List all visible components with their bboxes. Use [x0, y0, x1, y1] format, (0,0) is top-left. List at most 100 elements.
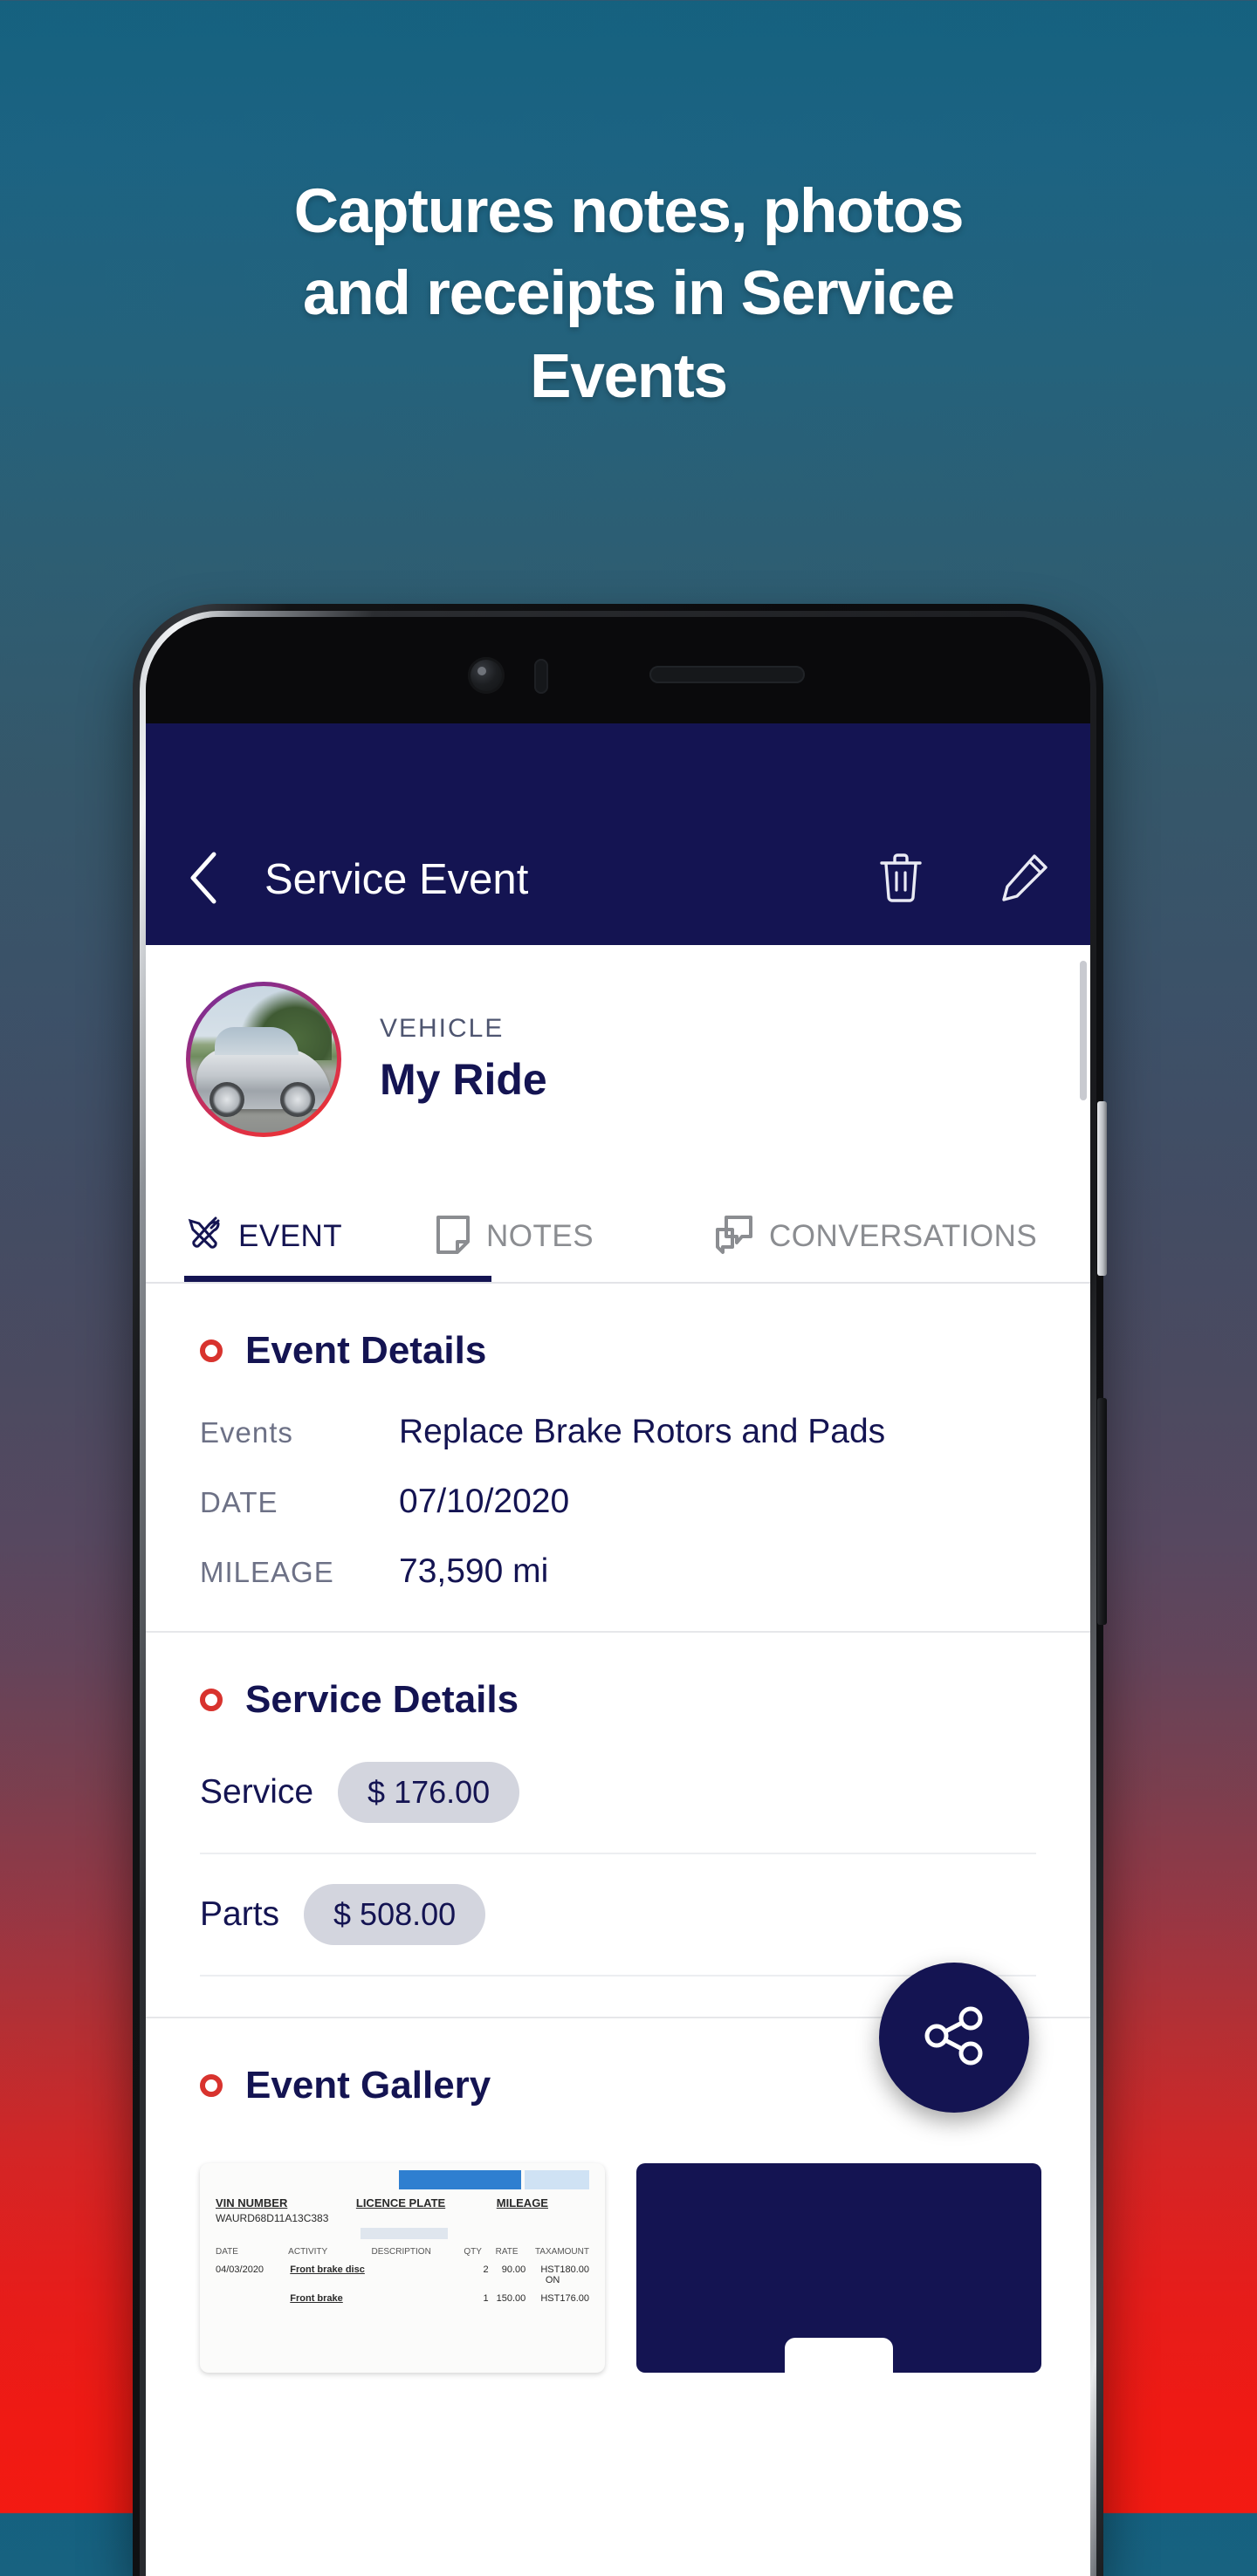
phone-mockup: Service Event VEHICLE My Ride EVENT NOTE…: [133, 604, 1107, 2576]
volume-button[interactable]: [1097, 1101, 1107, 1276]
event-details-title: Event Details: [245, 1329, 487, 1372]
proximity-sensor-icon: [534, 659, 548, 694]
vehicle-meta: VEHICLE My Ride: [380, 1014, 547, 1105]
trash-icon[interactable]: [877, 852, 924, 908]
scrollbar[interactable]: [1080, 961, 1087, 1100]
avatar-wheel-front: [210, 1082, 245, 1118]
event-row-date-value: 07/10/2020: [399, 1483, 570, 1520]
receipt-line-2-date: [216, 2293, 290, 2304]
tab-notes-label: NOTES: [486, 1219, 594, 1253]
receipt-header-plate: LICENCE PLATE: [355, 2196, 446, 2209]
event-row-mileage: MILEAGE 73,590 mi: [200, 1552, 1036, 1591]
parts-cost-label: Parts: [200, 1895, 280, 1933]
tab-notes[interactable]: NOTES: [434, 1195, 713, 1282]
receipt-line-1: 04/03/2020 Front brake disc 2 90.00 HST …: [216, 2264, 589, 2285]
event-details-section: Event Details Events Replace Brake Rotor…: [146, 1284, 1090, 1631]
service-cost-row: Service $ 176.00: [200, 1762, 1036, 1823]
phone-top-bezel: [146, 617, 1090, 723]
receipt-header-row: VIN NUMBER LICENCE PLATE MILEAGE: [216, 2196, 589, 2209]
receipt-line-1-date: 04/03/2020: [216, 2264, 264, 2275]
receipt-line-2-rate: 150.00: [496, 2293, 526, 2304]
avatar-car-shape: [196, 1026, 332, 1118]
status-bar: [146, 723, 1090, 814]
parts-cost-row: Parts $ 508.00: [200, 1884, 1036, 1945]
receipt-col-date: DATE: [216, 2247, 238, 2257]
receipt-line-1-desc: [375, 2264, 461, 2285]
tools-icon: [184, 1215, 224, 1259]
event-row-mileage-value: 73,590 mi: [399, 1552, 549, 1590]
receipt-blue-bar-light: [525, 2170, 589, 2189]
service-cost-label: Service: [200, 1773, 314, 1811]
receipt-vin-value: WAURD68D11A13C383: [216, 2212, 329, 2224]
event-row-events-label: Events: [200, 1416, 293, 1449]
receipt-column-headers: DATE ACTIVITY DESCRIPTION QTY RATE TAX A…: [216, 2247, 589, 2257]
receipt-line-2-amount: 176.00: [560, 2293, 589, 2304]
vehicle-name: My Ride: [380, 1055, 547, 1104]
avatar: [190, 986, 337, 1133]
parts-cost-chip[interactable]: $ 508.00: [304, 1884, 486, 1945]
receipt-plate-redacted: [361, 2228, 448, 2239]
share-icon: [917, 1999, 991, 2077]
section-bullet-icon: [200, 1339, 223, 1362]
vehicle-label: VEHICLE: [380, 1014, 505, 1043]
event-gallery-title: Event Gallery: [245, 2064, 491, 2107]
receipt-col-tax: TAX: [534, 2247, 552, 2257]
section-bullet-icon: [200, 1689, 223, 1711]
app-screen: Service Event VEHICLE My Ride EVENT NOTE…: [146, 723, 1090, 2576]
headline-line-1: Captures notes, photos: [293, 177, 965, 246]
chevron-left-icon[interactable]: [184, 849, 223, 911]
event-row-date: DATE 07/10/2020: [200, 1483, 1036, 1521]
front-camera-icon: [468, 657, 505, 694]
receipt-col-amount: AMOUNT: [551, 2247, 589, 2257]
power-button[interactable]: [1097, 1398, 1107, 1625]
event-row-events-value: Replace Brake Rotors and Pads: [399, 1413, 886, 1450]
receipt-line-1-activity: Front brake disc: [290, 2264, 365, 2275]
share-fab[interactable]: [879, 1963, 1029, 2113]
chat-icon: [713, 1214, 755, 1260]
app-bar-actions: [877, 814, 1050, 945]
gallery-item-photo[interactable]: [636, 2163, 1041, 2373]
gallery-item-receipt[interactable]: VIN NUMBER LICENCE PLATE MILEAGE WAURD68…: [200, 2163, 605, 2373]
receipt-line-2-tax: HST: [540, 2293, 560, 2304]
page-title: Service Event: [264, 856, 529, 903]
receipt-line-2-activity: Front brake: [290, 2293, 343, 2304]
event-row-mileage-label: MILEAGE: [200, 1556, 334, 1588]
vehicle-header[interactable]: VEHICLE My Ride: [146, 945, 1090, 1163]
receipt-col-description: DESCRIPTION: [371, 2247, 431, 2257]
app-bar: Service Event: [146, 814, 1090, 945]
receipt-line-1-tax: HST ON: [540, 2264, 560, 2285]
service-cost-chip[interactable]: $ 176.00: [338, 1762, 520, 1823]
receipt-line-1-rate: 90.00: [501, 2264, 526, 2275]
event-row-date-label: DATE: [200, 1486, 278, 1518]
service-row-rule: [200, 1853, 1036, 1854]
tab-event[interactable]: EVENT: [184, 1195, 434, 1282]
receipt-line-1-amount: 180.00: [560, 2264, 589, 2275]
headline-line-3: Events: [530, 341, 728, 411]
tab-active-indicator: [184, 1276, 491, 1282]
receipt-line-2: Front brake 1 150.00 HST 176.00: [216, 2293, 589, 2304]
service-details-header: Service Details: [200, 1678, 1036, 1722]
receipt-col-rate: RATE: [495, 2247, 519, 2257]
avatar-wheel-rear: [279, 1082, 315, 1118]
event-gallery-list: VIN NUMBER LICENCE PLATE MILEAGE WAURD68…: [146, 2163, 1090, 2373]
headline-line-2: and receipts in Service: [303, 259, 955, 329]
pencil-icon[interactable]: [999, 852, 1050, 908]
tab-conversations[interactable]: CONVERSATIONS: [713, 1195, 1037, 1282]
receipt-col-activity: ACTIVITY: [288, 2247, 328, 2257]
receipt-line-2-desc: [375, 2293, 461, 2304]
note-icon: [434, 1214, 472, 1260]
avatar-ring: [186, 982, 341, 1137]
tab-conversations-label: CONVERSATIONS: [769, 1219, 1038, 1253]
tab-bar: EVENT NOTES CONVERSATIONS: [146, 1163, 1090, 1282]
receipt-blue-bar: [399, 2170, 521, 2189]
section-bullet-icon: [200, 2074, 223, 2097]
receipt-line-1-qty: 2: [483, 2264, 489, 2275]
earpiece-speaker-icon: [649, 666, 805, 683]
receipt-col-qty: QTY: [464, 2247, 482, 2257]
service-details-title: Service Details: [245, 1678, 519, 1721]
receipt-line-2-qty: 1: [483, 2293, 489, 2304]
event-row-events: Events Replace Brake Rotors and Pads: [200, 1413, 1036, 1451]
phone-screen-area: Service Event VEHICLE My Ride EVENT NOTE…: [146, 617, 1090, 2576]
promo-headline: Captures notes, photos and receipts in S…: [0, 171, 1257, 418]
event-details-header: Event Details: [200, 1329, 1036, 1373]
